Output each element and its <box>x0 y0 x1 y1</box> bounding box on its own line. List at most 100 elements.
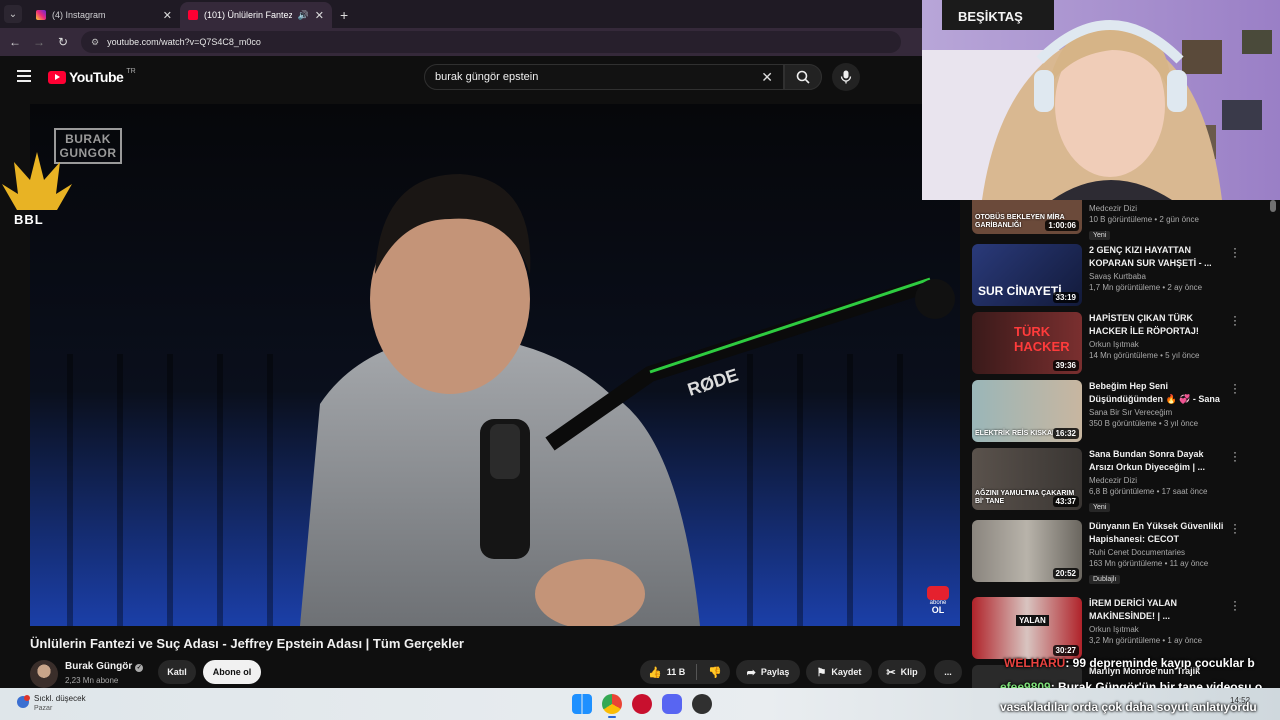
list-item[interactable]: OTOBÜS BEKLEYEN MİRA GARİBANLIĞI 1:00:06… <box>970 200 1270 240</box>
webcam-frame: BEŞİKTAŞ <box>922 0 1280 200</box>
youtube-logo[interactable]: YouTube TR <box>48 68 136 85</box>
thumbnail[interactable]: 20:52 <box>972 520 1082 582</box>
new-badge: Yeni <box>1089 231 1111 240</box>
item-channel: Savaş Kurtbaba <box>1089 272 1146 281</box>
dislike-icon[interactable]: 👎 <box>708 666 722 679</box>
channel-avatar[interactable] <box>30 660 58 688</box>
new-tab-button[interactable]: + <box>340 7 348 23</box>
chrome-icon[interactable] <box>602 694 622 718</box>
more-icon[interactable]: · · · <box>1232 242 1238 262</box>
video-frame: RØDE <box>30 104 960 626</box>
more-actions-button[interactable]: ... <box>934 660 962 684</box>
search-value: burak güngör epstein <box>435 71 539 83</box>
item-channel: Ruhi Cenet Documentaries <box>1089 548 1186 557</box>
list-item[interactable]: SUR CİNAYETİ 33:19 2 GENÇ KIZI HAYATTAN … <box>970 242 1270 312</box>
item-title: Bebeğim Hep Seni Düşündüğümden 🔥 💞 - San… <box>1089 381 1220 404</box>
item-title: İREM DERİCİ YALAN MAKİNESİNDE! | ... <box>1089 598 1178 621</box>
close-icon[interactable]: ✕ <box>163 9 172 22</box>
close-icon[interactable]: ✕ <box>315 9 324 22</box>
forward-icon[interactable]: → <box>27 35 51 49</box>
video-player[interactable]: RØDE <box>30 104 960 626</box>
bbl-text: BBL <box>14 212 44 227</box>
windows-start-icon[interactable] <box>572 694 592 714</box>
tab-title: (101) Ünlülerin Fantezi ve S <box>204 10 292 20</box>
more-icon[interactable]: · · · <box>1232 310 1238 330</box>
list-item[interactable]: TÜRK HACKER 39:36 HAPİSTEN ÇIKAN TÜRK HA… <box>970 310 1270 380</box>
instagram-icon <box>36 10 46 20</box>
bookmark-icon: ⚑ <box>816 666 827 679</box>
logo-text: YouTube <box>69 69 124 85</box>
chat-text: vasakladılar orda çok daha soyut anlatıy… <box>1000 700 1257 714</box>
item-views: 3,2 Mn görüntüleme • 1 ay önce <box>1089 636 1203 645</box>
more-icon[interactable]: · · · <box>1232 446 1238 466</box>
site-info-icon[interactable]: ⚙ <box>91 37 99 48</box>
more-icon[interactable]: · · · <box>1232 378 1238 398</box>
obs-icon[interactable] <box>692 694 712 714</box>
item-channel: Orkun Işıtmak <box>1089 625 1139 634</box>
item-channel: Orkun Işıtmak <box>1089 340 1139 349</box>
clip-button[interactable]: ✂ Klip <box>878 660 926 684</box>
search-input[interactable]: burak güngör epstein ✕ <box>424 64 784 90</box>
tab-search-button[interactable]: ⌄ <box>4 5 22 23</box>
thumbnail-caption: SUR CİNAYETİ <box>978 284 1062 298</box>
sidebar-scrollbar[interactable] <box>1270 200 1276 212</box>
share-button[interactable]: ➦ Paylaş <box>736 660 800 684</box>
thumbnail-caption: YALAN <box>1016 615 1049 626</box>
chat-text: : 99 depreminde kayıp çocuklar b <box>1065 656 1255 670</box>
item-meta: Bebeğim Hep Seni Düşündüğümden 🔥 💞 - San… <box>1089 380 1229 428</box>
thumbnail[interactable]: TÜRK HACKER 39:36 <box>972 312 1082 374</box>
duration: 43:37 <box>1052 496 1079 507</box>
url-field[interactable]: ⚙ youtube.com/watch?v=Q7S4C8_m0co <box>81 31 901 53</box>
abone-line2: OL <box>931 605 945 615</box>
item-views: 350 B görüntüleme • 3 yıl önce <box>1089 419 1199 428</box>
watermark-line1: BURAK <box>65 132 111 146</box>
channel-row: Burak Güngör ✓ 2,23 Mn abone Katıl Abone … <box>30 658 970 688</box>
duration: 20:52 <box>1052 568 1079 579</box>
youtube-bubble-icon <box>927 586 949 600</box>
tab-instagram[interactable]: (4) Instagram ✕ <box>28 2 180 28</box>
duration: 39:36 <box>1052 360 1079 371</box>
subscribe-label: Abone ol <box>212 667 252 677</box>
subscribe-watermark: abone OL <box>924 586 952 615</box>
like-icon[interactable]: 👍 <box>648 666 662 679</box>
item-title: HAPİSTEN ÇIKAN TÜRK HACKER İLE RÖPORTAJ! <box>1089 313 1199 336</box>
channel-name[interactable]: Burak Güngör ✓ <box>65 661 144 672</box>
crown-icon <box>2 152 72 210</box>
save-button[interactable]: ⚑ Kaydet <box>806 660 872 684</box>
screen: ⌄ (4) Instagram ✕ (101) Ünlülerin Fantez… <box>0 0 1280 720</box>
item-views: 163 Mn görüntüleme • 11 ay önce <box>1089 559 1209 568</box>
join-button[interactable]: Katıl <box>158 660 196 684</box>
duration: 1:00:06 <box>1045 220 1079 231</box>
speaker-icon[interactable]: 🔊 <box>298 10 309 21</box>
back-icon[interactable]: ← <box>3 35 27 49</box>
list-item[interactable]: AĞZINI YAMULTMA ÇAKARIM Bİ' TANE 43:37 S… <box>970 446 1270 516</box>
share-label: Paylaş <box>760 667 790 677</box>
thumbnail-caption: TÜRK HACKER <box>1014 324 1070 354</box>
join-label: Katıl <box>167 667 187 677</box>
menu-icon[interactable] <box>17 70 31 85</box>
thumbnail[interactable]: YALAN 30:27 <box>972 597 1082 659</box>
item-title: Sana Bundan Sonra Dayak Arsızı Orkun Diy… <box>1089 449 1206 472</box>
thumbnail[interactable]: AĞZINI YAMULTMA ÇAKARIM Bİ' TANE 43:37 <box>972 448 1082 510</box>
tab-youtube[interactable]: (101) Ünlülerin Fantezi ve S 🔊 ✕ <box>180 2 332 28</box>
subscribe-button[interactable]: Abone ol <box>203 660 261 684</box>
thumbnail[interactable]: SUR CİNAYETİ 33:19 <box>972 244 1082 306</box>
clear-icon[interactable]: ✕ <box>761 69 773 86</box>
search-button[interactable] <box>784 64 822 90</box>
item-channel: Medcezir Dizi <box>1089 476 1138 485</box>
voice-search-button[interactable] <box>832 63 860 91</box>
weather-widget[interactable]: Sıckl. düşecek Pazar <box>14 694 86 712</box>
youtube-play-icon <box>48 70 66 84</box>
reload-icon[interactable]: ↻ <box>51 35 75 49</box>
discord-icon[interactable] <box>662 694 682 714</box>
dubbed-badge: Dublajlı <box>1089 575 1121 584</box>
recorder-icon[interactable] <box>632 694 652 714</box>
more-icon[interactable]: · · · <box>1232 595 1238 615</box>
list-item[interactable]: 20:52 Dünyanın En Yüksek Güvenlikli Hapi… <box>970 518 1270 588</box>
webcam-overlay: BEŞİKTAŞ <box>922 0 1280 200</box>
list-item[interactable]: YALAN 30:27 İREM DERİCİ YALAN MAKİNESİND… <box>970 595 1270 665</box>
thumbnail[interactable]: ELEKTRİK REİS KISKANIRSA 16:32 <box>972 380 1082 442</box>
more-icon[interactable]: · · · <box>1232 518 1238 538</box>
thumbnail[interactable]: OTOBÜS BEKLEYEN MİRA GARİBANLIĞI 1:00:06 <box>972 200 1082 234</box>
list-item[interactable]: ELEKTRİK REİS KISKANIRSA 16:32 Bebeğim H… <box>970 378 1270 448</box>
